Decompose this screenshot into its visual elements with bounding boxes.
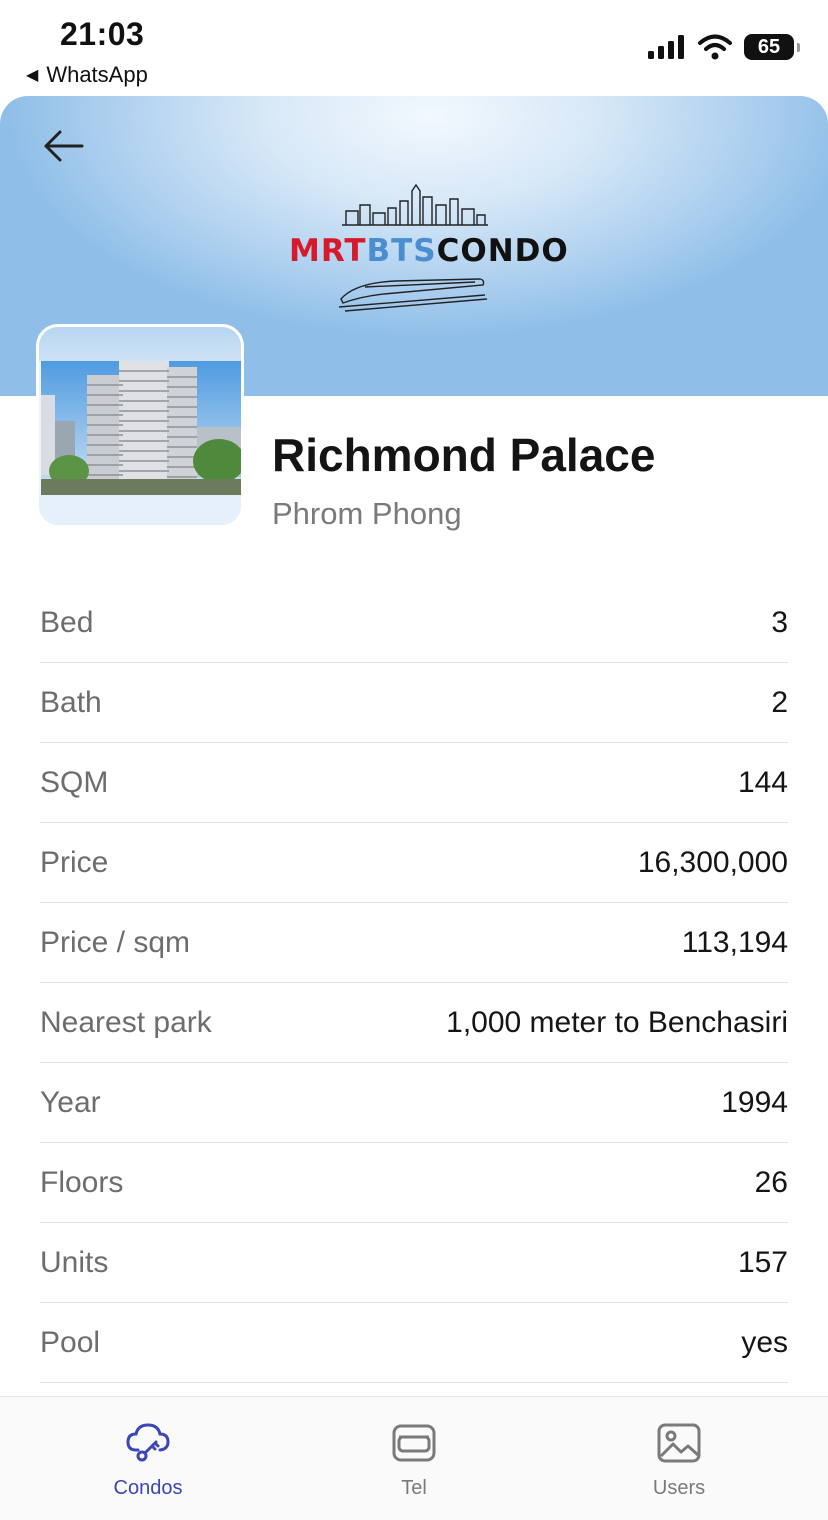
detail-row-bath: Bath 2 bbox=[40, 663, 788, 743]
tab-label: Condos bbox=[113, 1477, 183, 1499]
building-photo bbox=[41, 361, 241, 495]
detail-row-sqm: SQM 144 bbox=[40, 743, 788, 823]
detail-row-year: Year 1994 bbox=[40, 1063, 788, 1143]
condo-name: Richmond Palace bbox=[272, 429, 656, 481]
detail-label: Pool bbox=[40, 1325, 101, 1359]
detail-label: SQM bbox=[40, 765, 109, 799]
detail-label: Bed bbox=[40, 605, 94, 639]
detail-row-pool: Pool yes bbox=[40, 1303, 788, 1383]
card-icon bbox=[392, 1424, 436, 1462]
detail-label: Units bbox=[40, 1245, 109, 1279]
back-triangle-icon: ◀ bbox=[26, 67, 39, 84]
detail-row-price: Price 16,300,000 bbox=[40, 823, 788, 903]
back-app-label: WhatsApp bbox=[46, 62, 148, 87]
status-bar: 21:03 ◀ WhatsApp 65 bbox=[0, 0, 828, 96]
logo-wordmark: MRTBTSCONDO bbox=[289, 233, 569, 269]
detail-row-nearest-park: Nearest park 1,000 meter to Benchasiri bbox=[40, 983, 788, 1063]
image-icon bbox=[657, 1423, 701, 1463]
detail-value: 1994 bbox=[721, 1085, 788, 1119]
details-list: Bed 3 Bath 2 SQM 144 Price 16,300,000 Pr… bbox=[40, 583, 788, 1383]
tab-bar: Condos Tel Users bbox=[0, 1396, 828, 1520]
detail-row-units: Units 157 bbox=[40, 1223, 788, 1303]
cloud-key-icon bbox=[126, 1423, 170, 1462]
detail-label: Price bbox=[40, 845, 109, 879]
detail-row-bed: Bed 3 bbox=[40, 583, 788, 663]
tab-users[interactable]: Users bbox=[609, 1419, 749, 1500]
detail-value: 2 bbox=[771, 685, 788, 719]
detail-row-floors: Floors 26 bbox=[40, 1143, 788, 1223]
detail-label: Nearest park bbox=[40, 1005, 212, 1039]
status-indicators: 65 bbox=[648, 34, 800, 60]
detail-value: 1,000 meter to Benchasiri bbox=[446, 1005, 788, 1039]
train-icon bbox=[338, 278, 488, 312]
wifi-icon bbox=[698, 34, 732, 60]
detail-label: Year bbox=[40, 1085, 101, 1119]
detail-value: yes bbox=[741, 1325, 788, 1359]
tab-label: Users bbox=[652, 1477, 706, 1499]
back-button[interactable] bbox=[40, 126, 86, 166]
brand-logo: MRTBTSCONDO bbox=[285, 181, 568, 312]
detail-label: Floors bbox=[40, 1165, 124, 1199]
tab-label: Tel bbox=[401, 1477, 427, 1499]
tab-tel[interactable]: Tel bbox=[344, 1419, 484, 1500]
back-to-app-link[interactable]: ◀ WhatsApp bbox=[26, 62, 148, 88]
detail-label: Price / sqm bbox=[40, 925, 191, 959]
detail-value: 16,300,000 bbox=[637, 845, 788, 879]
detail-value: 157 bbox=[737, 1245, 788, 1279]
detail-value: 113,194 bbox=[681, 925, 788, 959]
detail-row-price-per-sqm: Price / sqm 113,194 bbox=[40, 903, 788, 983]
detail-value: 26 bbox=[754, 1165, 788, 1199]
detail-value: 144 bbox=[737, 765, 788, 799]
condo-area: Phrom Phong bbox=[272, 496, 462, 531]
signal-icon bbox=[648, 35, 684, 59]
status-time: 21:03 bbox=[60, 16, 145, 52]
battery-indicator: 65 bbox=[744, 34, 800, 60]
tab-condos[interactable]: Condos bbox=[78, 1419, 218, 1500]
condo-thumbnail bbox=[36, 324, 244, 528]
arrow-left-icon bbox=[44, 130, 84, 162]
skyline-icon bbox=[342, 183, 488, 226]
detail-value: 3 bbox=[771, 605, 788, 639]
detail-label: Bath bbox=[40, 685, 102, 719]
